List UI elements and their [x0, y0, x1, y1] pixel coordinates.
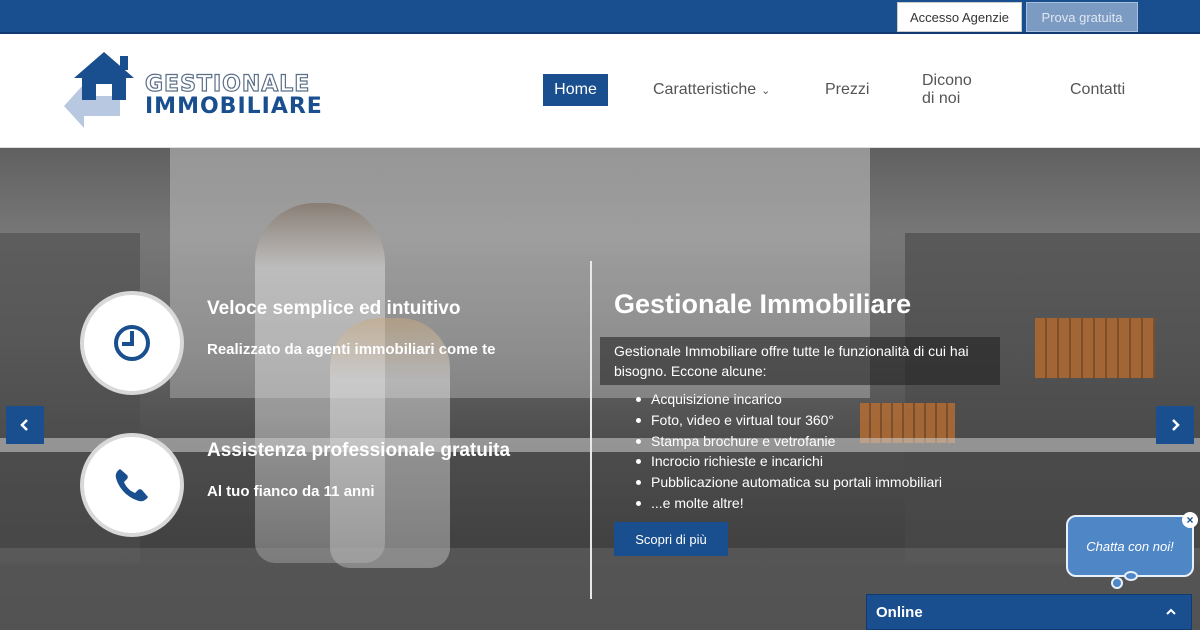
hero-divider [590, 261, 592, 599]
list-item: Incrocio richieste e incarichi [635, 451, 942, 472]
house-logo-icon [64, 52, 134, 128]
background-desk [0, 438, 1200, 452]
feature-list: Acquisizione incarico Foto, video e virt… [635, 389, 942, 514]
discover-more-button[interactable]: Scopri di più [614, 522, 728, 556]
clock-icon [114, 325, 150, 361]
list-item: Stampa brochure e vetrofanie [635, 431, 942, 452]
top-bar: Accesso Agenzie Prova gratuita [0, 0, 1200, 34]
hero-slider: Veloce semplice ed intuitivo Realizzato … [0, 148, 1200, 630]
feature-icon-circle [80, 291, 184, 395]
nav-caratteristiche[interactable]: Caratteristiche ⌄ [653, 74, 770, 106]
feature-subtitle: Al tuo fianco da 11 anni [207, 483, 375, 500]
site-header: GESTIONALE IMMOBILIARE Home Caratteristi… [0, 36, 1200, 148]
feature-title: Veloce semplice ed intuitivo [207, 298, 461, 319]
list-item: Pubblicazione automatica su portali immo… [635, 472, 942, 493]
nav-prezzi[interactable]: Prezzi [825, 74, 869, 106]
chevron-left-icon [20, 419, 28, 431]
site-logo[interactable]: GESTIONALE IMMOBILIARE [62, 48, 332, 134]
chat-bubble-tail [1111, 577, 1123, 589]
chat-bubble-tail [1124, 571, 1138, 581]
nav-contatti[interactable]: Contatti [1070, 74, 1125, 106]
slider-prev-button[interactable] [6, 406, 44, 444]
logo-text-line2: IMMOBILIARE [145, 94, 323, 119]
hero-description: Gestionale Immobiliare offre tutte le fu… [600, 337, 1000, 385]
list-item: ...e molte altre! [635, 493, 942, 514]
agency-login-button[interactable]: Accesso Agenzie [897, 2, 1022, 32]
hero-title: Gestionale Immobiliare [614, 289, 912, 319]
list-item: Acquisizione incarico [635, 389, 942, 410]
chat-bubble[interactable]: Chatta con noi! [1066, 515, 1194, 577]
nav-caratteristiche-label: Caratteristiche [653, 81, 757, 98]
free-trial-button[interactable]: Prova gratuita [1026, 2, 1138, 32]
chevron-right-icon [1172, 419, 1180, 431]
chat-status: Online [876, 603, 923, 621]
nav-home[interactable]: Home [543, 74, 608, 106]
phone-icon [115, 469, 148, 502]
chat-bar[interactable]: Online [866, 594, 1192, 630]
nav-dicono-di-noi[interactable]: Dicono di noi [922, 72, 972, 107]
feature-icon-circle [80, 433, 184, 537]
feature-title: Assistenza professionale gratuita [207, 440, 511, 461]
chevron-down-icon: ⌄ [761, 84, 771, 97]
background-binders [1035, 318, 1155, 378]
close-icon[interactable]: × [1182, 512, 1198, 528]
feature-subtitle: Realizzato da agenti immobiliari come te [207, 341, 496, 358]
background-shelf-right [905, 233, 1200, 563]
slider-next-button[interactable] [1156, 406, 1194, 444]
list-item: Foto, video e virtual tour 360° [635, 410, 942, 431]
chevron-up-icon[interactable] [1165, 606, 1177, 618]
